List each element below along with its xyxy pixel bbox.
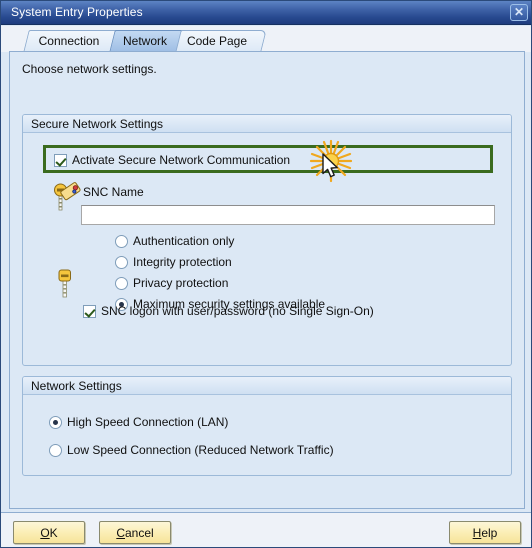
close-button[interactable]: ✕ <box>510 4 528 21</box>
ok-button-accel: O <box>40 525 50 540</box>
radio-privacy-protection[interactable] <box>115 277 128 290</box>
page-intro-text: Choose network settings. <box>22 62 157 76</box>
tab-connection-label: Connection <box>38 34 100 48</box>
key-with-tag-icon <box>54 182 81 211</box>
radio-authentication-only[interactable] <box>115 235 128 248</box>
help-button[interactable]: Help <box>449 521 521 544</box>
group-network-settings-header: Network Settings <box>23 377 511 395</box>
window-title: System Entry Properties <box>11 5 143 19</box>
checkbox-activate-secure-network-communication[interactable] <box>54 154 67 167</box>
close-icon: ✕ <box>513 5 525 19</box>
group-secure-network-settings: Secure Network Settings Activate Secure … <box>22 114 512 366</box>
checkbox-snc-logon-with-user-password[interactable] <box>83 305 96 318</box>
cancel-button-accel: C <box>116 525 125 540</box>
title-bar: System Entry Properties ✕ <box>1 1 531 25</box>
tab-page-network: Choose network settings. Secure Network … <box>9 51 525 509</box>
highlight-outline: Activate Secure Network Communication <box>43 145 493 173</box>
label-integrity-protection[interactable]: Integrity protection <box>133 255 232 269</box>
group-network-settings: Network Settings High Speed Connection (… <box>22 376 512 476</box>
dialog-footer: OK Cancel Help <box>1 512 531 547</box>
label-high-speed-connection[interactable]: High Speed Connection (LAN) <box>67 415 228 429</box>
help-button-suffix: elp <box>481 525 498 540</box>
radio-low-speed-connection[interactable] <box>49 444 62 457</box>
radio-integrity-protection[interactable] <box>115 256 128 269</box>
radio-high-speed-connection[interactable] <box>49 416 62 429</box>
cancel-button[interactable]: Cancel <box>99 521 171 544</box>
label-low-speed-connection[interactable]: Low Speed Connection (Reduced Network Tr… <box>67 443 334 457</box>
label-snc-logon-with-user-password[interactable]: SNC logon with user/password (no Single … <box>101 304 374 318</box>
ok-button-suffix: K <box>49 525 58 540</box>
label-snc-name: SNC Name <box>83 185 144 199</box>
label-activate-secure-network-communication[interactable]: Activate Secure Network Communication <box>72 153 290 167</box>
group-secure-network-settings-title: Secure Network Settings <box>31 117 164 131</box>
input-snc-name[interactable] <box>81 205 495 225</box>
tab-code-page[interactable]: Code Page <box>175 30 267 53</box>
label-privacy-protection[interactable]: Privacy protection <box>133 276 228 290</box>
tab-connection[interactable]: Connection <box>23 30 123 53</box>
dialog-window: System Entry Properties ✕ Connection Net… <box>0 0 532 548</box>
tab-code-page-label: Code Page <box>186 34 248 48</box>
tab-network-label: Network <box>122 34 167 48</box>
label-authentication-only[interactable]: Authentication only <box>133 234 234 248</box>
ok-button[interactable]: OK <box>13 521 85 544</box>
tab-strip: Connection Network Code Page <box>1 26 531 53</box>
group-network-settings-title: Network Settings <box>31 379 122 393</box>
cancel-button-suffix: ancel <box>124 525 154 540</box>
tab-network[interactable]: Network <box>109 30 189 53</box>
group-secure-network-settings-header: Secure Network Settings <box>23 115 511 133</box>
key-icon <box>58 269 71 298</box>
